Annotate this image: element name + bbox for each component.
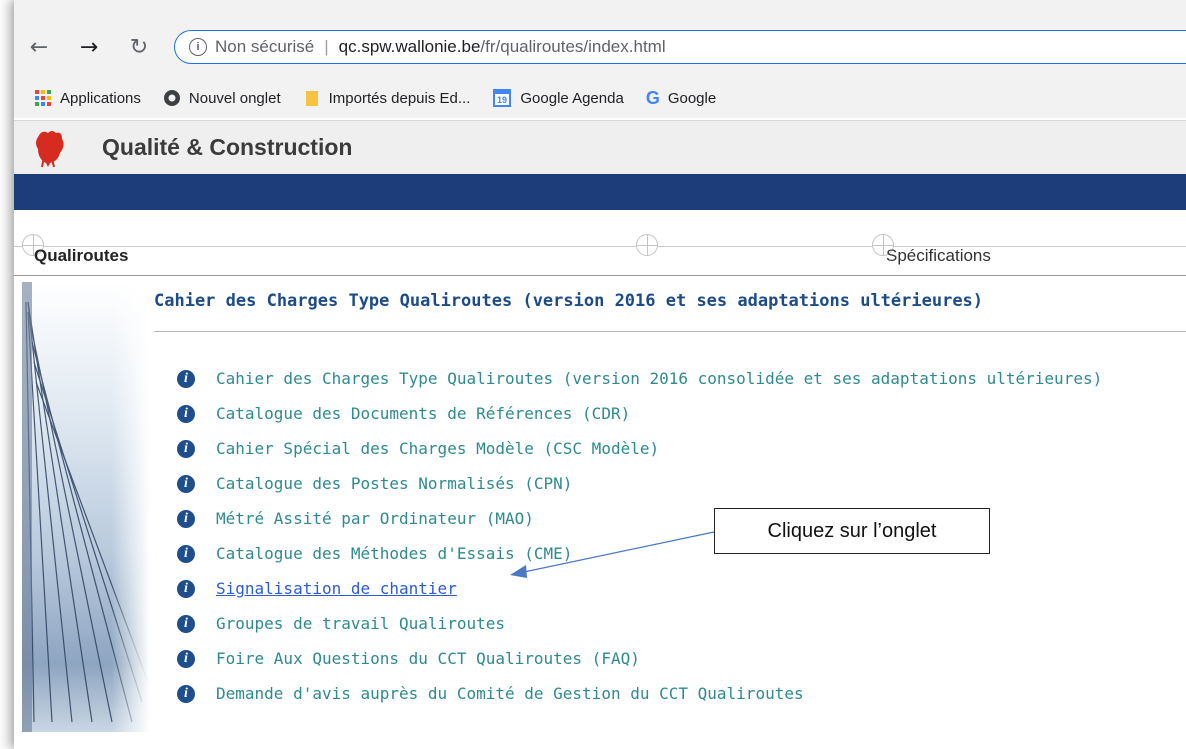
link-faq[interactable]: Foire Aux Questions du CCT Qualiroutes (… bbox=[216, 649, 640, 668]
info-icon[interactable]: i bbox=[177, 404, 195, 423]
chrome-icon bbox=[163, 89, 181, 107]
bookmark-label: Google bbox=[667, 89, 717, 107]
tab-marker-icon bbox=[636, 234, 658, 256]
info-icon[interactable]: i bbox=[189, 38, 207, 56]
folder-icon bbox=[303, 89, 321, 107]
list-item: i Signalisation de chantier bbox=[177, 571, 1102, 606]
security-label: Non sécurisé bbox=[215, 37, 315, 56]
bookmark-google[interactable]: G Google bbox=[646, 88, 716, 109]
bookmark-label: Nouvel onglet bbox=[188, 89, 281, 107]
bookmark-label: Applications bbox=[60, 89, 141, 107]
link-csc-modele[interactable]: Cahier Spécial des Charges Modèle (CSC M… bbox=[216, 439, 659, 458]
tab-qualiroutes[interactable]: Qualiroutes bbox=[34, 246, 128, 266]
link-signalisation-chantier[interactable]: Signalisation de chantier bbox=[216, 579, 457, 598]
list-item: i Catalogue des Documents de Références (… bbox=[177, 396, 1102, 431]
rooster-logo-icon bbox=[32, 127, 68, 173]
url-path: /fr/qualiroutes/index.html bbox=[480, 37, 666, 56]
google-icon: G bbox=[645, 87, 660, 108]
back-icon[interactable]: ← bbox=[24, 32, 54, 62]
info-icon[interactable]: i bbox=[177, 509, 195, 528]
bookmark-label: Google Agenda bbox=[520, 89, 624, 107]
content-title: Cahier des Charges Type Qualiroutes (ver… bbox=[154, 291, 984, 311]
link-mao[interactable]: Métré Assité par Ordinateur (MAO) bbox=[216, 509, 534, 528]
info-icon[interactable]: i bbox=[177, 369, 195, 388]
link-demande-avis[interactable]: Demande d'avis auprès du Comité de Gesti… bbox=[216, 684, 804, 703]
list-item: i Groupes de travail Qualiroutes bbox=[177, 606, 1102, 641]
info-icon[interactable]: i bbox=[177, 579, 195, 598]
content-divider bbox=[154, 331, 1186, 332]
url-host: qc.spw.wallonie.be bbox=[338, 37, 481, 56]
bookmark-applications[interactable]: Applications bbox=[34, 89, 141, 107]
link-groupes-travail[interactable]: Groupes de travail Qualiroutes bbox=[216, 614, 505, 633]
header-band bbox=[14, 174, 1186, 210]
forward-icon[interactable]: → bbox=[74, 32, 104, 62]
link-cme[interactable]: Catalogue des Méthodes d'Essais (CME) bbox=[216, 544, 572, 563]
site-header: Qualité & Construction bbox=[14, 120, 1186, 174]
bookmark-google-agenda[interactable]: 19 Google Agenda bbox=[492, 88, 624, 108]
tab-specifications[interactable]: Spécifications bbox=[886, 246, 991, 266]
browser-window: ← → ↻ i Non sécurisé | qc.spw.wallonie.b… bbox=[14, 0, 1186, 749]
bookmark-new-tab[interactable]: Nouvel onglet bbox=[163, 89, 281, 107]
annotation-callout: Cliquez sur l’onglet bbox=[714, 508, 990, 554]
bookmark-imported[interactable]: Importés depuis Ed... bbox=[303, 89, 471, 107]
bookmarks-bar: Applications Nouvel onglet Importés depu… bbox=[14, 78, 1186, 118]
link-cdr[interactable]: Catalogue des Documents de Références (C… bbox=[216, 404, 630, 423]
list-item: i Cahier des Charges Type Qualiroutes (ve… bbox=[177, 361, 1102, 396]
link-cpn[interactable]: Catalogue des Postes Normalisés (CPN) bbox=[216, 474, 572, 493]
address-bar[interactable]: i Non sécurisé | qc.spw.wallonie.be/fr/q… bbox=[174, 30, 1186, 64]
browser-toolbar: ← → ↻ i Non sécurisé | qc.spw.wallonie.b… bbox=[14, 0, 1186, 82]
bookmark-label: Importés depuis Ed... bbox=[328, 89, 471, 107]
address-separator: | bbox=[324, 37, 329, 56]
site-title: Qualité & Construction bbox=[102, 134, 353, 160]
calendar-icon: 19 bbox=[492, 88, 512, 108]
info-icon[interactable]: i bbox=[177, 684, 195, 703]
info-icon[interactable]: i bbox=[177, 649, 195, 668]
info-icon[interactable]: i bbox=[177, 544, 195, 563]
link-cct-consolidated[interactable]: Cahier des Charges Type Qualiroutes (ver… bbox=[216, 369, 1102, 388]
info-icon[interactable]: i bbox=[177, 474, 195, 493]
list-item: i Catalogue des Postes Normalisés (CPN) bbox=[177, 466, 1102, 501]
info-icon[interactable]: i bbox=[177, 614, 195, 633]
list-item: i Foire Aux Questions du CCT Qualiroutes … bbox=[177, 641, 1102, 676]
tab-bar: Qualiroutes Spécifications bbox=[14, 210, 1186, 276]
list-item: i Demande d'avis auprès du Comité de Gest… bbox=[177, 676, 1102, 711]
reload-icon[interactable]: ↻ bbox=[124, 32, 154, 62]
bridge-image bbox=[22, 282, 150, 732]
tab-divider bbox=[14, 246, 1186, 247]
list-item: i Cahier Spécial des Charges Modèle (CSC … bbox=[177, 431, 1102, 466]
svg-text:19: 19 bbox=[497, 95, 507, 105]
apps-grid-icon bbox=[34, 89, 52, 107]
info-icon[interactable]: i bbox=[177, 439, 195, 458]
